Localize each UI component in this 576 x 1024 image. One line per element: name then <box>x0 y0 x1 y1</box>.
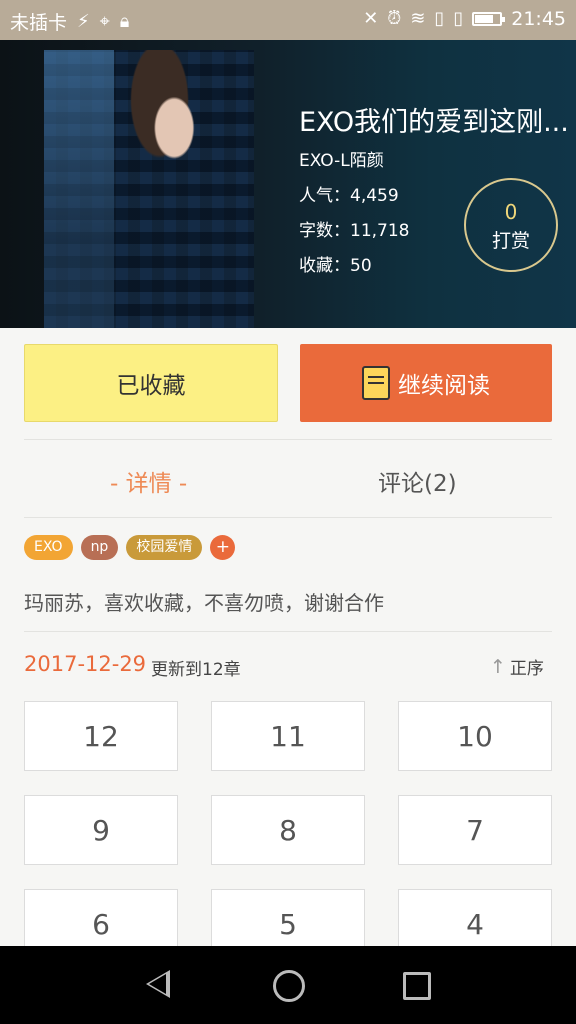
continue-reading-button[interactable]: 继续阅读 <box>300 344 552 422</box>
navigation-bar <box>0 946 576 1024</box>
tag-campus-romance[interactable]: 校园爱情 <box>126 535 203 560</box>
clock: 21:45 <box>511 8 566 30</box>
chapter-button[interactable]: 11 <box>211 701 365 771</box>
tip-label: 打赏 <box>491 230 530 252</box>
popularity-stat: 人气：4,459 <box>299 181 399 206</box>
home-icon[interactable] <box>273 970 305 1002</box>
carrier-label: 未插卡 <box>10 12 68 34</box>
update-text: 更新到12章 <box>151 660 241 680</box>
divider <box>24 517 552 518</box>
book-description: 玛丽苏，喜欢收藏，不喜勿喷，谢谢合作 <box>24 591 384 615</box>
favorites-stat: 收藏：50 <box>299 251 372 276</box>
chapter-button[interactable]: 10 <box>398 701 552 771</box>
favorites-value: 50 <box>350 256 372 276</box>
tip-count: 0 <box>504 200 518 224</box>
chapter-button[interactable]: 8 <box>211 795 365 865</box>
sort-order-button[interactable]: ↑ 正序 <box>490 654 544 680</box>
battery-icon <box>472 12 506 26</box>
words-value: 11,718 <box>350 221 410 241</box>
tab-comments[interactable]: 评论(2) <box>378 464 457 498</box>
words-stat: 字数：11,718 <box>299 216 409 241</box>
mute-icon: ✕ <box>363 8 379 29</box>
book-title: EXO我们的爱到这刚... <box>299 107 569 138</box>
book-cover-image[interactable] <box>44 50 254 328</box>
popularity-label: 人气： <box>299 186 350 206</box>
arrow-up-icon: ↑ <box>490 655 506 678</box>
tag-exo[interactable]: EXO <box>24 535 73 560</box>
favorites-label: 收藏： <box>299 256 350 276</box>
chapter-button[interactable]: 7 <box>398 795 552 865</box>
book-header: EXO我们的爱到这刚... EXO-L陌颜 人气：4,459 字数：11,718… <box>0 40 576 328</box>
location-icon: ⌖ <box>99 10 110 32</box>
continue-reading-label: 继续阅读 <box>398 373 490 399</box>
tab-detail[interactable]: - 详情 - <box>110 464 187 498</box>
wifi-icon: ≋ <box>410 8 426 29</box>
sim2-icon: ▯ <box>453 8 464 29</box>
sim-icon: ▯ <box>434 8 445 29</box>
tag-list: EXO np 校园爱情 + <box>24 535 236 560</box>
sort-order-label: 正序 <box>509 659 544 679</box>
chapter-button[interactable]: 9 <box>24 795 178 865</box>
favorited-label: 已收藏 <box>116 373 186 399</box>
tip-button[interactable]: 0 打赏 <box>464 178 558 272</box>
popularity-value: 4,459 <box>350 186 399 206</box>
update-date: 2017-12-29 <box>24 652 147 676</box>
add-tag-button[interactable]: + <box>210 535 236 560</box>
recent-apps-icon[interactable] <box>403 972 431 1000</box>
tag-np[interactable]: np <box>80 535 119 560</box>
book-icon <box>362 366 390 400</box>
back-icon[interactable] <box>146 970 170 998</box>
chapter-button[interactable]: 12 <box>24 701 178 771</box>
book-author[interactable]: EXO-L陌颜 <box>299 146 384 171</box>
words-label: 字数： <box>299 221 350 241</box>
no-signal-icon: ⚡ <box>77 10 90 32</box>
divider <box>24 631 552 632</box>
status-bar: 未插卡 ⚡ ⌖ 🔒︎ ✕ ⏰︎ ≋ ▯ ▯ 21:45 <box>0 0 576 40</box>
favorited-button[interactable]: 已收藏 <box>24 344 278 422</box>
alarm-icon: ⏰︎ <box>387 8 402 29</box>
lock-icon: 🔒︎ <box>119 10 130 32</box>
divider <box>24 439 552 440</box>
